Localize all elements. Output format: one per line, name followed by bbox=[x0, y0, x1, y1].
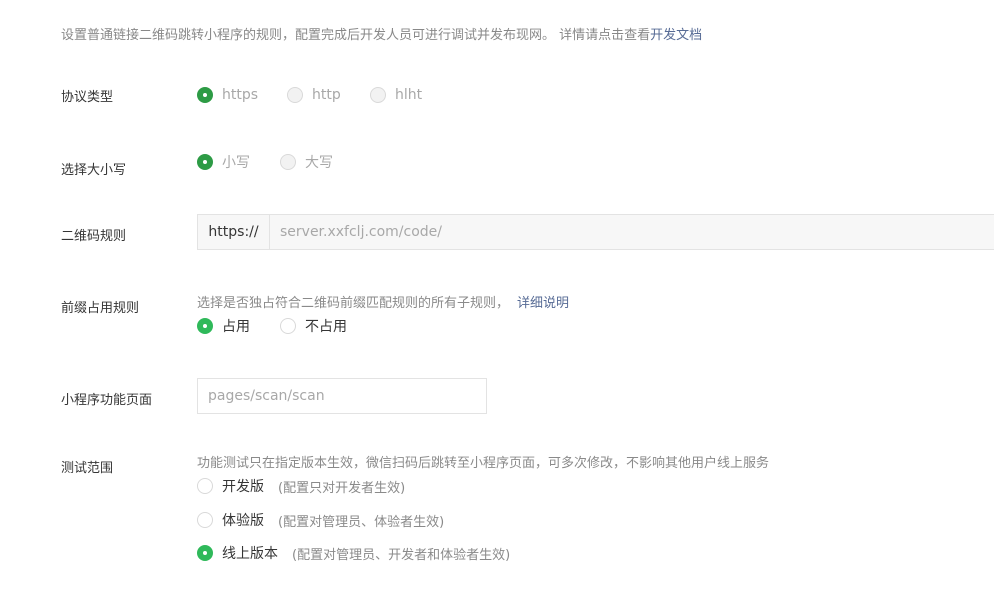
details-link[interactable]: 详细说明 bbox=[517, 296, 569, 311]
radio-unchecked-icon bbox=[280, 154, 296, 170]
case-label: 选择大小写 bbox=[61, 163, 127, 178]
protocol-radio-https[interactable]: https bbox=[197, 87, 258, 103]
scope-option-label: 线上版本 bbox=[222, 546, 278, 562]
protocol-option-label: https bbox=[222, 87, 259, 103]
case-option-label: 小写 bbox=[222, 155, 250, 171]
prefix-rule-description-row: 选择是否独占符合二维码前缀匹配规则的所有子规则， 详细说明 bbox=[197, 292, 569, 311]
scope-radio-release[interactable]: 线上版本 (配置对管理员、开发者和体验者生效) bbox=[197, 543, 510, 563]
protocol-option-label: hlht bbox=[395, 87, 423, 103]
scope-option-hint: (配置对管理员、体验者生效) bbox=[278, 514, 445, 530]
scope-option-hint: (配置只对开发者生效) bbox=[278, 480, 406, 496]
test-scope-label: 测试范围 bbox=[61, 461, 114, 476]
radio-unchecked-icon bbox=[197, 512, 213, 528]
qr-rule-label: 二维码规则 bbox=[61, 229, 127, 244]
page-label: 小程序功能页面 bbox=[61, 393, 153, 408]
scope-option-label: 开发版 bbox=[222, 479, 264, 495]
case-radio-upper[interactable]: 大写 bbox=[280, 152, 333, 172]
scope-radio-trial[interactable]: 体验版 (配置对管理员、体验者生效) bbox=[197, 510, 444, 530]
protocol-radio-http[interactable]: http bbox=[287, 87, 341, 103]
dev-docs-link[interactable]: 开发文档 bbox=[650, 28, 702, 43]
scope-option-label: 体验版 bbox=[222, 513, 264, 529]
radio-unchecked-icon bbox=[287, 87, 303, 103]
scope-option-hint: (配置对管理员、开发者和体验者生效) bbox=[292, 547, 511, 563]
prefix-option-label: 占用 bbox=[222, 319, 250, 335]
qr-rule-field: https:// bbox=[197, 214, 994, 250]
qr-rule-prefix: https:// bbox=[198, 215, 270, 249]
radio-checked-icon bbox=[197, 545, 213, 561]
page-path-input[interactable] bbox=[197, 378, 487, 414]
intro-text: 设置普通链接二维码跳转小程序的规则，配置完成后开发人员可进行调试并发布现网。 详… bbox=[61, 24, 702, 43]
protocol-radio-hlht[interactable]: hlht bbox=[370, 87, 422, 103]
prefix-rule-description: 选择是否独占符合二维码前缀匹配规则的所有子规则， bbox=[197, 296, 510, 311]
case-radio-lower[interactable]: 小写 bbox=[197, 152, 250, 172]
radio-unchecked-icon bbox=[280, 318, 296, 334]
protocol-label: 协议类型 bbox=[61, 90, 114, 105]
radio-checked-icon bbox=[197, 318, 213, 334]
radio-unchecked-icon bbox=[197, 478, 213, 494]
case-option-label: 大写 bbox=[305, 155, 333, 171]
prefix-rule-label: 前缀占用规则 bbox=[61, 301, 140, 316]
prefix-radio-occupy[interactable]: 占用 bbox=[197, 316, 250, 336]
radio-checked-icon bbox=[197, 154, 213, 170]
intro-description: 设置普通链接二维码跳转小程序的规则，配置完成后开发人员可进行调试并发布现网。 详… bbox=[61, 28, 651, 43]
radio-unchecked-icon bbox=[370, 87, 386, 103]
test-scope-description: 功能测试只在指定版本生效，微信扫码后跳转至小程序页面，可多次修改，不影响其他用户… bbox=[197, 456, 770, 471]
protocol-option-label: http bbox=[312, 87, 341, 103]
qr-rule-input[interactable] bbox=[270, 215, 994, 249]
prefix-option-label: 不占用 bbox=[305, 319, 347, 335]
radio-checked-icon bbox=[197, 87, 213, 103]
prefix-radio-not-occupy[interactable]: 不占用 bbox=[280, 316, 347, 336]
scope-radio-dev[interactable]: 开发版 (配置只对开发者生效) bbox=[197, 476, 405, 496]
